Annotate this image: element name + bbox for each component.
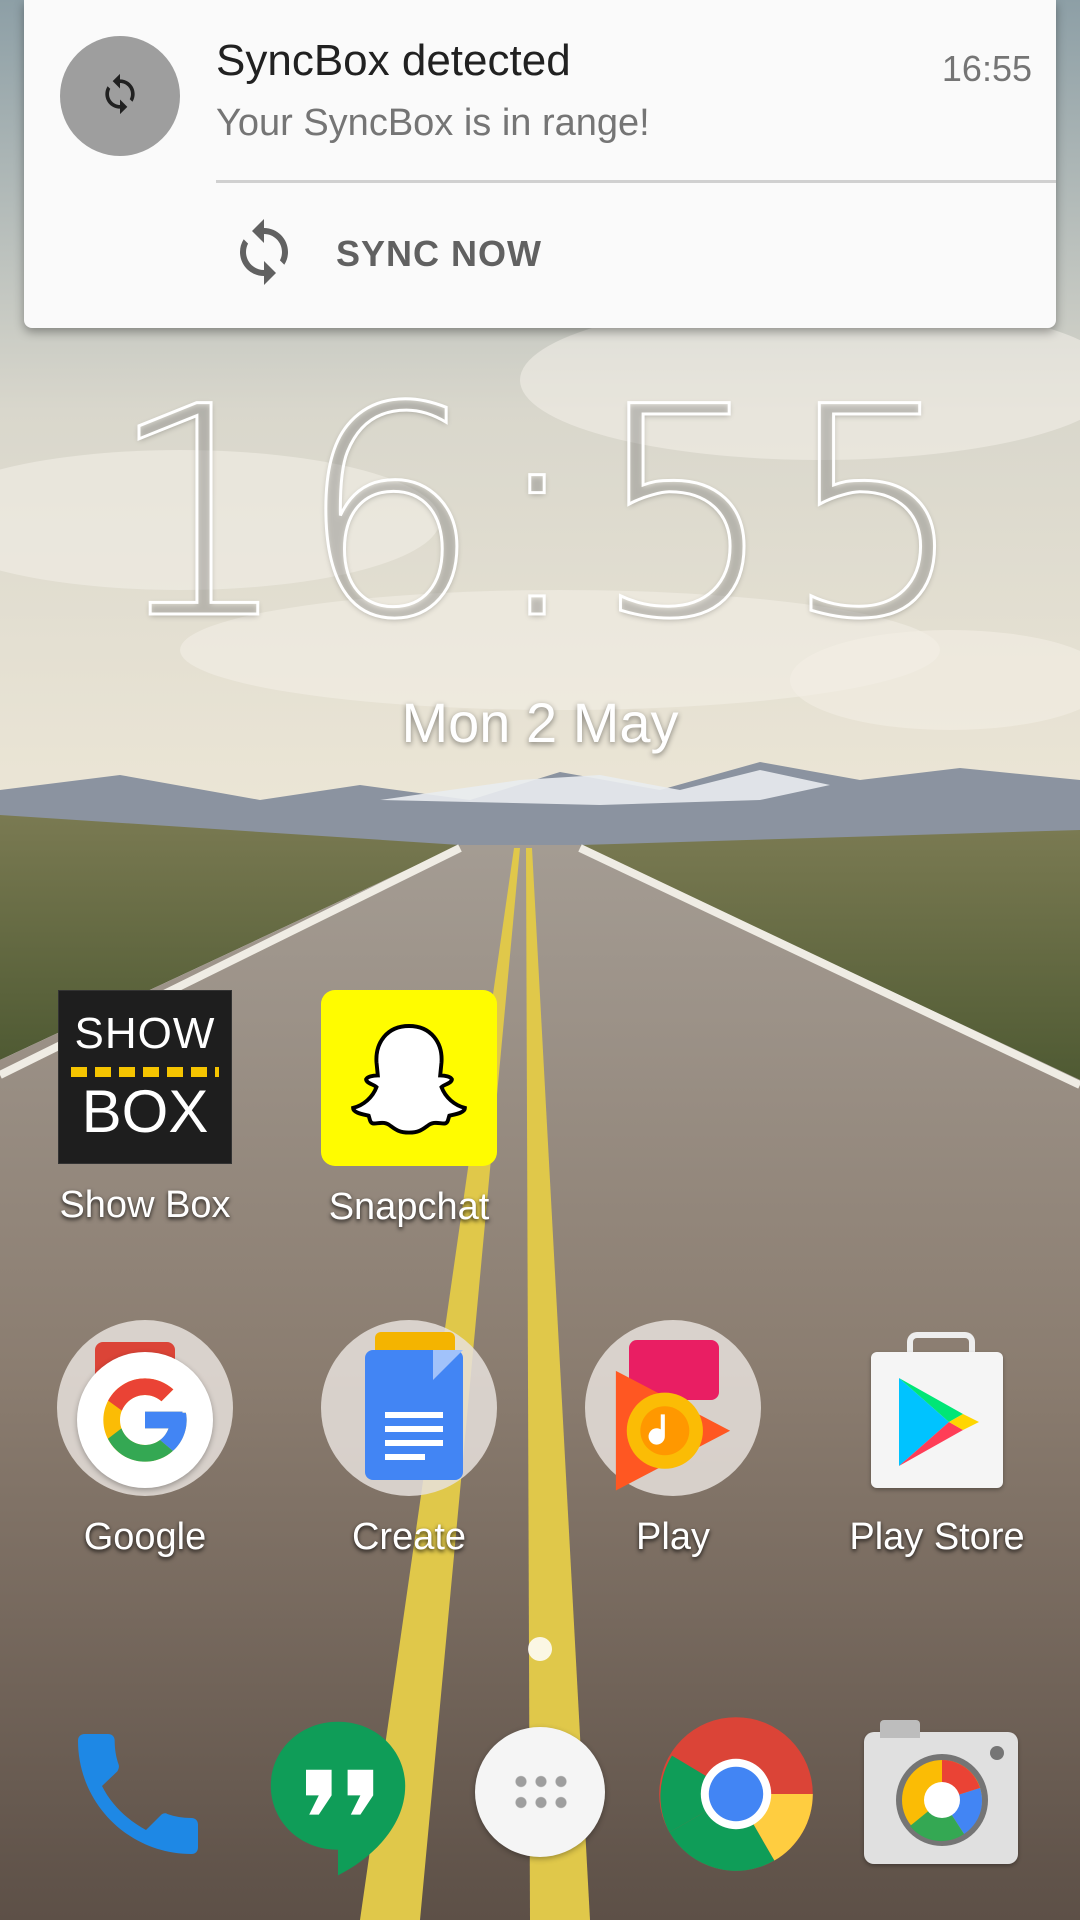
app-show-box[interactable]: SHOW BOX Show Box xyxy=(40,990,250,1227)
notification-divider xyxy=(216,180,1056,183)
docs-icon xyxy=(365,1350,463,1480)
app-label: Create xyxy=(351,1516,467,1558)
notification-time: 16:55 xyxy=(941,48,1032,89)
docs-folder-icon xyxy=(321,1320,497,1496)
app-label: Play xyxy=(636,1516,710,1558)
google-g-icon xyxy=(77,1352,213,1488)
play-folder-icon xyxy=(585,1320,761,1496)
showbox-text-top: SHOW xyxy=(74,1009,216,1058)
sync-avatar xyxy=(60,36,180,156)
camera-icon[interactable] xyxy=(860,1720,1020,1880)
chrome-icon[interactable] xyxy=(656,1714,816,1874)
app-snapchat[interactable]: Snapchat xyxy=(304,990,514,1229)
app-label: Show Box xyxy=(59,1184,231,1226)
showbox-text-bottom: BOX xyxy=(81,1078,209,1145)
sync-now-button[interactable]: SYNC NOW xyxy=(228,214,542,294)
notification-card[interactable]: SyncBox detected 16:55 Your SyncBox is i… xyxy=(24,0,1056,328)
page-indicator xyxy=(528,1637,552,1661)
clock-time[interactable]: 16:55 xyxy=(0,363,1080,666)
notification-title: SyncBox detected xyxy=(216,36,571,85)
play-music-icon xyxy=(615,1370,731,1491)
sync-icon xyxy=(98,72,142,121)
app-drawer-button[interactable] xyxy=(462,1714,618,1870)
hangouts-icon[interactable] xyxy=(258,1712,418,1876)
sync-now-label: SYNC NOW xyxy=(336,233,542,274)
folder-google[interactable]: Google xyxy=(40,1320,250,1559)
app-play-store[interactable]: Play Store xyxy=(832,1320,1042,1559)
notification-text: Your SyncBox is in range! xyxy=(216,102,650,144)
play-store-icon xyxy=(849,1320,1025,1496)
phone-icon[interactable] xyxy=(58,1714,218,1874)
showbox-stripe xyxy=(71,1067,219,1077)
google-folder-icon xyxy=(57,1320,233,1496)
clock-date[interactable]: Mon 2 May xyxy=(0,690,1080,755)
snapchat-icon xyxy=(321,990,497,1166)
app-label: Play Store xyxy=(849,1516,1025,1558)
app-drawer-icon xyxy=(475,1727,605,1857)
sync-icon xyxy=(228,216,300,293)
showbox-icon: SHOW BOX xyxy=(58,990,232,1164)
app-label: Snapchat xyxy=(328,1186,490,1228)
folder-create[interactable]: Create xyxy=(304,1320,514,1559)
folder-play[interactable]: Play xyxy=(568,1320,778,1559)
app-label: Google xyxy=(83,1516,207,1558)
